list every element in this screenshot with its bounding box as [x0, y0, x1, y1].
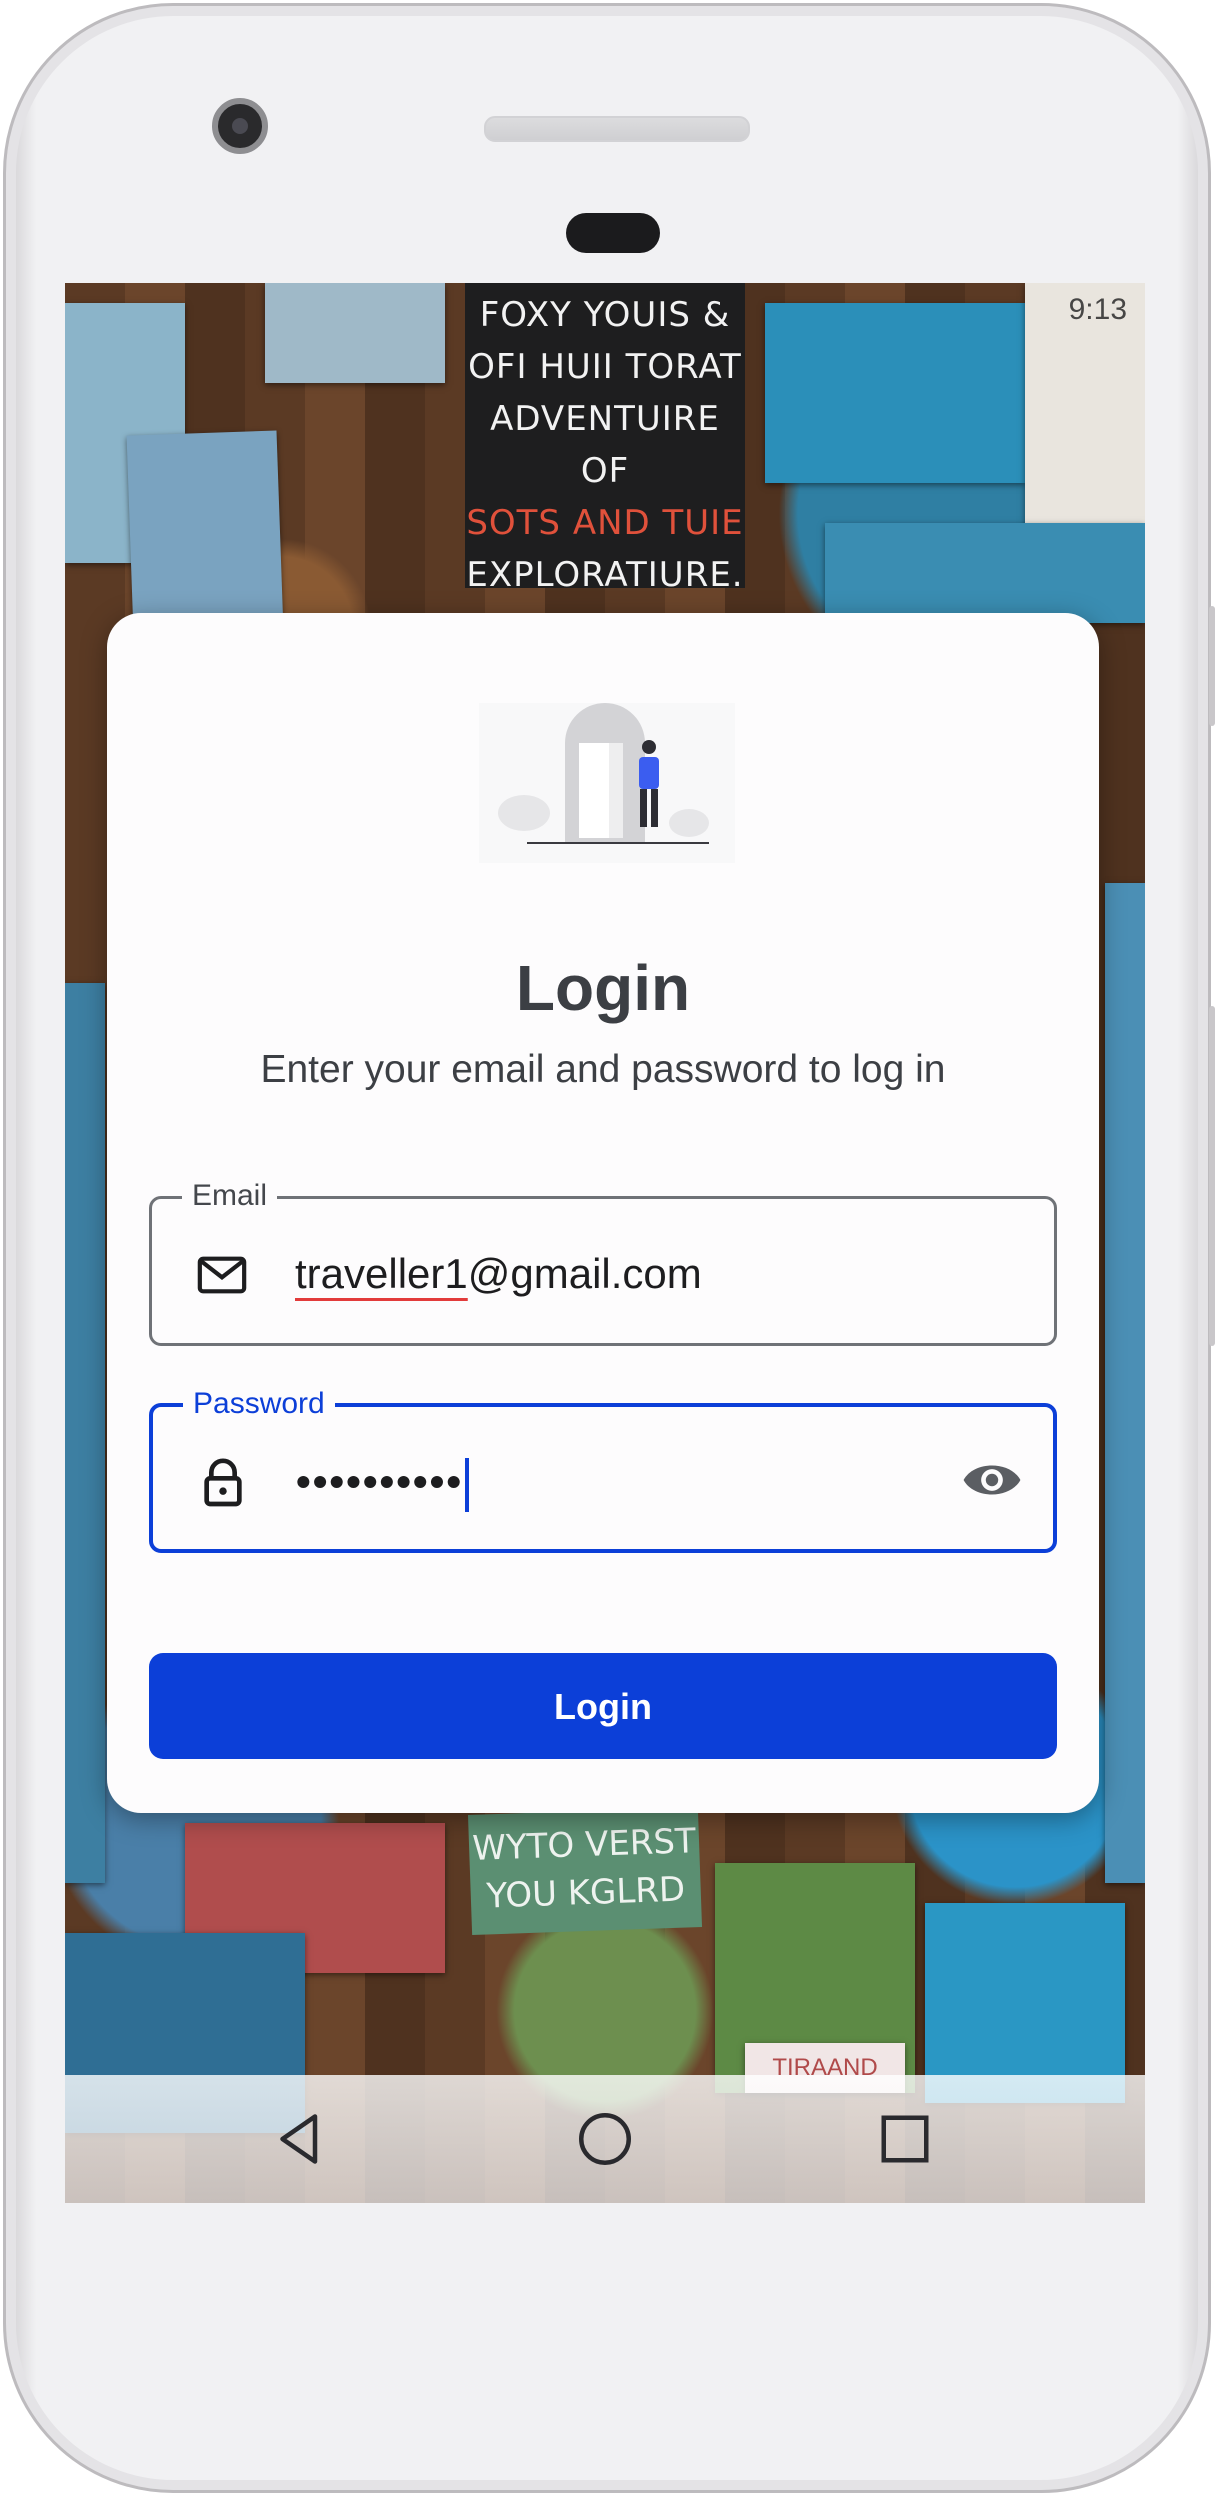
background-photo — [65, 983, 105, 1883]
recents-icon[interactable] — [875, 2109, 935, 2169]
background-photo — [1105, 883, 1145, 1883]
login-button[interactable]: Login — [149, 1653, 1057, 1759]
background-photo — [825, 523, 1145, 623]
home-icon[interactable] — [575, 2109, 635, 2169]
poster-line: FOXY YOUIS & — [479, 295, 731, 335]
background-photo — [925, 1903, 1125, 2103]
lock-icon — [204, 1458, 242, 1507]
proximity-sensor — [566, 213, 660, 253]
earpiece-speaker — [484, 116, 750, 142]
login-card: Login Enter your email and password to l… — [107, 613, 1099, 1813]
sign-line: WYTO VERST — [471, 1821, 697, 1869]
password-field[interactable]: Password •••••••••• — [149, 1385, 1057, 1553]
door-illustration — [479, 703, 735, 863]
eye-icon[interactable] — [961, 1453, 1023, 1507]
login-subtitle: Enter your email and password to log in — [260, 1048, 946, 1091]
login-title: Login — [515, 952, 691, 1024]
poster-line: EXPLORATIURE. — [466, 555, 744, 595]
password-value[interactable]: •••••••••• — [296, 1457, 470, 1512]
status-bar-time: 9:13 — [1068, 293, 1127, 326]
email-value-domain: @gmail.com — [467, 1250, 702, 1297]
volume-button — [1209, 1006, 1215, 1346]
background-photo — [765, 303, 1025, 483]
power-button — [1209, 606, 1215, 726]
door-illustration-icon — [498, 703, 709, 844]
front-camera — [212, 98, 268, 154]
background-poster: FOXY YOUIS & OFI HUII TORAT ADVENTUIRE O… — [465, 283, 745, 595]
email-field[interactable]: Email traveller1@gmail.com — [149, 1177, 1057, 1346]
background-photo — [126, 430, 284, 636]
poster-line: ADVENTUIRE OF — [490, 399, 720, 491]
background-sign: WYTO VERST YOU KGLRD — [467, 1807, 703, 1935]
poster-line: SOTS AND TUIE — [466, 503, 744, 543]
sign-line: YOU KGLRD — [485, 1869, 686, 1917]
email-value-username: traveller1 — [295, 1250, 468, 1297]
back-icon[interactable] — [270, 2109, 330, 2169]
email-value[interactable]: traveller1@gmail.com — [295, 1249, 702, 1299]
poster-line: OFI HUII TORAT — [468, 347, 742, 387]
password-label: Password — [183, 1385, 335, 1423]
navigation-bar — [65, 2075, 1145, 2203]
background-photo — [265, 283, 445, 383]
email-label: Email — [182, 1177, 278, 1215]
app-screen: TIRAAND FOXY YOUIS & OFI HUII TORAT ADVE… — [65, 283, 1145, 2203]
mail-icon — [197, 1256, 247, 1294]
text-caret — [465, 1457, 470, 1512]
password-masked-text: •••••••••• — [296, 1458, 464, 1505]
